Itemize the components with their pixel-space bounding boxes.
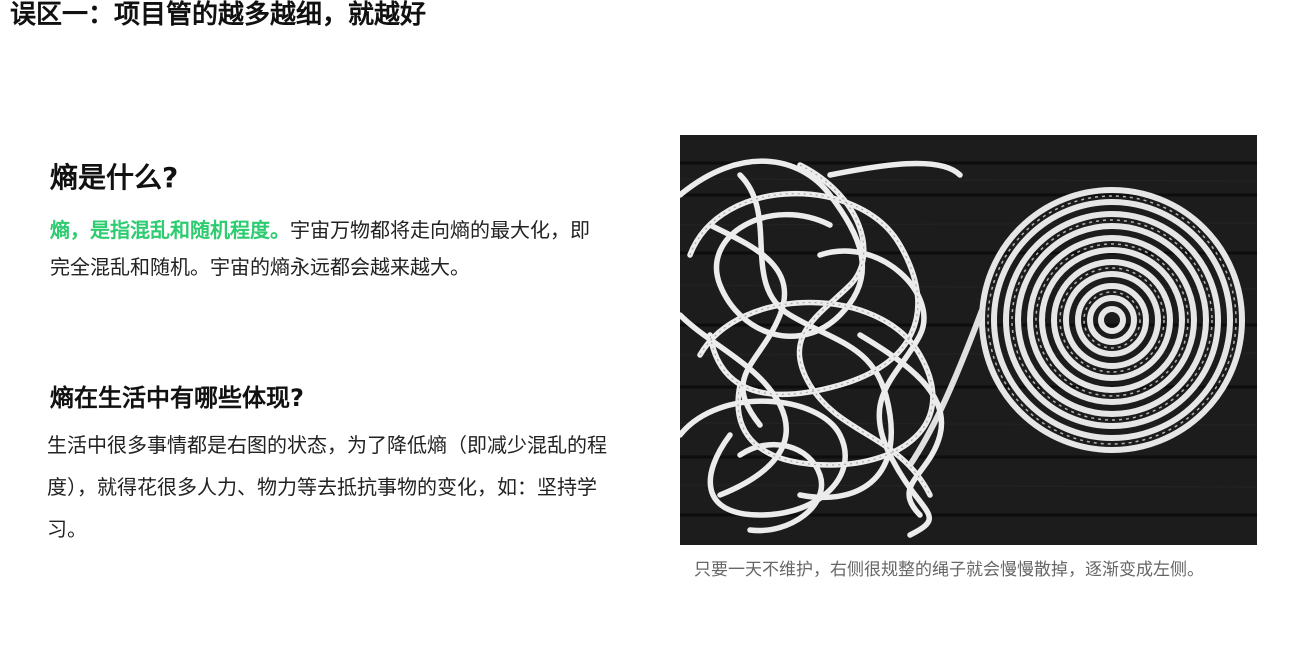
entropy-in-life-paragraph: 生活中很多事情都是右图的状态，为了降低熵（即减少混乱的程度），就得花很多人力、物… xyxy=(47,433,607,541)
rope-photo xyxy=(680,135,1257,545)
slide-title: 误区一：项目管的越多越细，就越好 xyxy=(10,0,427,30)
entropy-definition-paragraph: 熵，是指混乱和随机程度。宇宙万物都将走向熵的最大化，即完全混乱和随机。宇宙的熵永… xyxy=(50,212,600,286)
photo-caption: 只要一天不维护，右侧很规整的绳子就会慢慢散掉，逐渐变成左侧。 xyxy=(694,560,1204,580)
section-heading-entropy-in-life: 熵在生活中有哪些体现? xyxy=(50,384,304,412)
section-heading-what-is-entropy: 熵是什么? xyxy=(50,161,179,194)
entropy-definition-highlight: 熵，是指混乱和随机程度。 xyxy=(50,218,290,242)
rope-illustration xyxy=(680,135,1257,545)
